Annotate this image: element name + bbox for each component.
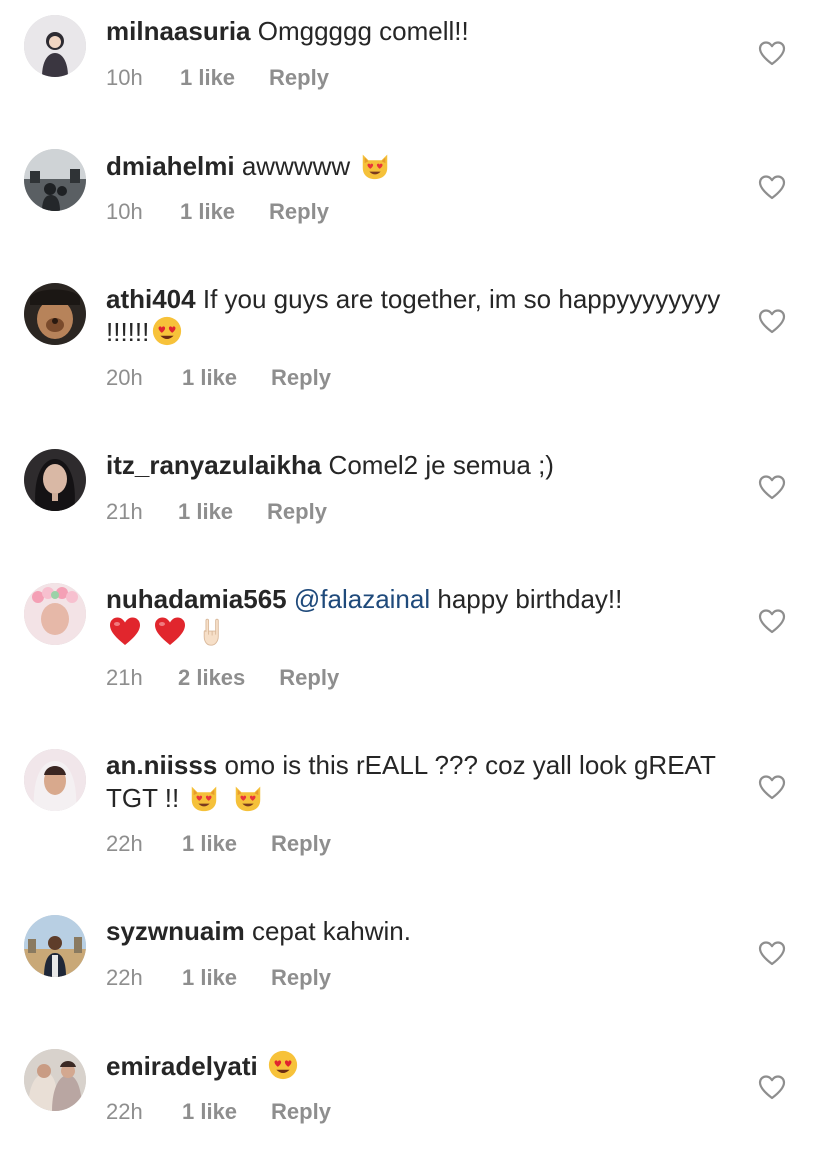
comment-body: emiradelyati <box>106 1049 726 1082</box>
reply-button[interactable]: Reply <box>267 498 327 526</box>
comment-text: Comel2 je semua ;) <box>328 450 554 480</box>
timestamp: 10h <box>106 65 143 90</box>
like-heart-icon[interactable] <box>758 174 786 200</box>
username[interactable]: an.niisss <box>106 750 217 780</box>
timestamp: 22h <box>106 831 143 856</box>
username[interactable]: emiradelyati <box>106 1051 258 1081</box>
like-heart-icon[interactable] <box>758 474 786 500</box>
timestamp: 10h <box>106 199 143 224</box>
username[interactable]: itz_ranyazulaikha <box>106 450 321 480</box>
likes-count[interactable]: 2 likes <box>178 664 245 692</box>
comment-meta: 22h 1 like Reply <box>106 830 331 858</box>
username[interactable]: nuhadamia565 <box>106 584 287 614</box>
heart-eyes-cat-icon <box>359 149 391 181</box>
heart-eyes-face-icon <box>267 1049 299 1081</box>
comment-body: milnaasuria Omggggg comell!! <box>106 15 726 47</box>
heart-eyes-face-icon <box>151 315 183 347</box>
heart-eyes-cat-icon <box>188 781 220 813</box>
avatar[interactable] <box>24 1049 86 1111</box>
avatar[interactable] <box>24 749 86 811</box>
comment-body: nuhadamia565 @falazainal happy birthday!… <box>106 583 726 650</box>
reply-button[interactable]: Reply <box>279 664 339 692</box>
comment-body: dmiahelmi awwwww <box>106 149 726 182</box>
avatar[interactable] <box>24 915 86 977</box>
reply-button[interactable]: Reply <box>269 198 329 226</box>
comment-meta: 20h 1 like Reply <box>106 364 331 392</box>
timestamp: 22h <box>106 1099 143 1124</box>
reply-button[interactable]: Reply <box>271 830 331 858</box>
timestamp: 22h <box>106 965 143 990</box>
likes-count[interactable]: 1 like <box>182 364 237 392</box>
like-heart-icon[interactable] <box>758 1074 786 1100</box>
mention-link[interactable]: @falazainal <box>294 584 430 614</box>
avatar[interactable] <box>24 149 86 211</box>
avatar[interactable] <box>24 583 86 645</box>
sign-of-horns-icon <box>198 615 228 649</box>
timestamp: 21h <box>106 665 143 690</box>
likes-count[interactable]: 1 like <box>180 198 235 226</box>
comment-body: an.niisss omo is this rEALL ??? coz yall… <box>106 749 726 814</box>
username[interactable]: athi404 <box>106 284 196 314</box>
comment-text: awwwww <box>241 151 351 181</box>
likes-count[interactable]: 1 like <box>182 964 237 992</box>
reply-button[interactable]: Reply <box>269 64 329 92</box>
heart-eyes-cat-icon <box>232 781 264 813</box>
reply-button[interactable]: Reply <box>271 364 331 392</box>
avatar[interactable] <box>24 283 86 345</box>
comment-meta: 21h 2 likes Reply <box>106 664 339 692</box>
comment-text: happy birthday!! <box>437 584 623 614</box>
comment-body: athi404 If you guys are together, im so … <box>106 283 726 348</box>
comment-meta: 10h 1 like Reply <box>106 64 329 92</box>
like-heart-icon[interactable] <box>758 774 786 800</box>
comment-meta: 10h 1 like Reply <box>106 198 329 226</box>
comment-text: cepat kahwin. <box>251 916 411 946</box>
like-heart-icon[interactable] <box>758 608 786 634</box>
avatar[interactable] <box>24 449 86 511</box>
red-heart-icon <box>153 615 187 649</box>
comment-body: syzwnuaim cepat kahwin. <box>106 915 726 947</box>
red-heart-icon <box>108 615 142 649</box>
comment-body: itz_ranyazulaikha Comel2 je semua ;) <box>106 449 726 481</box>
comment-meta: 22h 1 like Reply <box>106 964 331 992</box>
reply-button[interactable]: Reply <box>271 1098 331 1126</box>
username[interactable]: milnaasuria <box>106 16 251 46</box>
timestamp: 21h <box>106 499 143 524</box>
username[interactable]: syzwnuaim <box>106 916 245 946</box>
timestamp: 20h <box>106 365 143 390</box>
like-heart-icon[interactable] <box>758 40 786 66</box>
comment-text: If you guys are together, im so happyyyy… <box>106 284 721 347</box>
likes-count[interactable]: 1 like <box>178 498 233 526</box>
comment-meta: 21h 1 like Reply <box>106 498 327 526</box>
likes-count[interactable]: 1 like <box>182 1098 237 1126</box>
likes-count[interactable]: 1 like <box>182 830 237 858</box>
like-heart-icon[interactable] <box>758 308 786 334</box>
comment-text: Omggggg comell!! <box>257 16 469 46</box>
comment-meta: 22h 1 like Reply <box>106 1098 331 1126</box>
like-heart-icon[interactable] <box>758 940 786 966</box>
reply-button[interactable]: Reply <box>271 964 331 992</box>
username[interactable]: dmiahelmi <box>106 151 235 181</box>
likes-count[interactable]: 1 like <box>180 64 235 92</box>
avatar[interactable] <box>24 15 86 77</box>
